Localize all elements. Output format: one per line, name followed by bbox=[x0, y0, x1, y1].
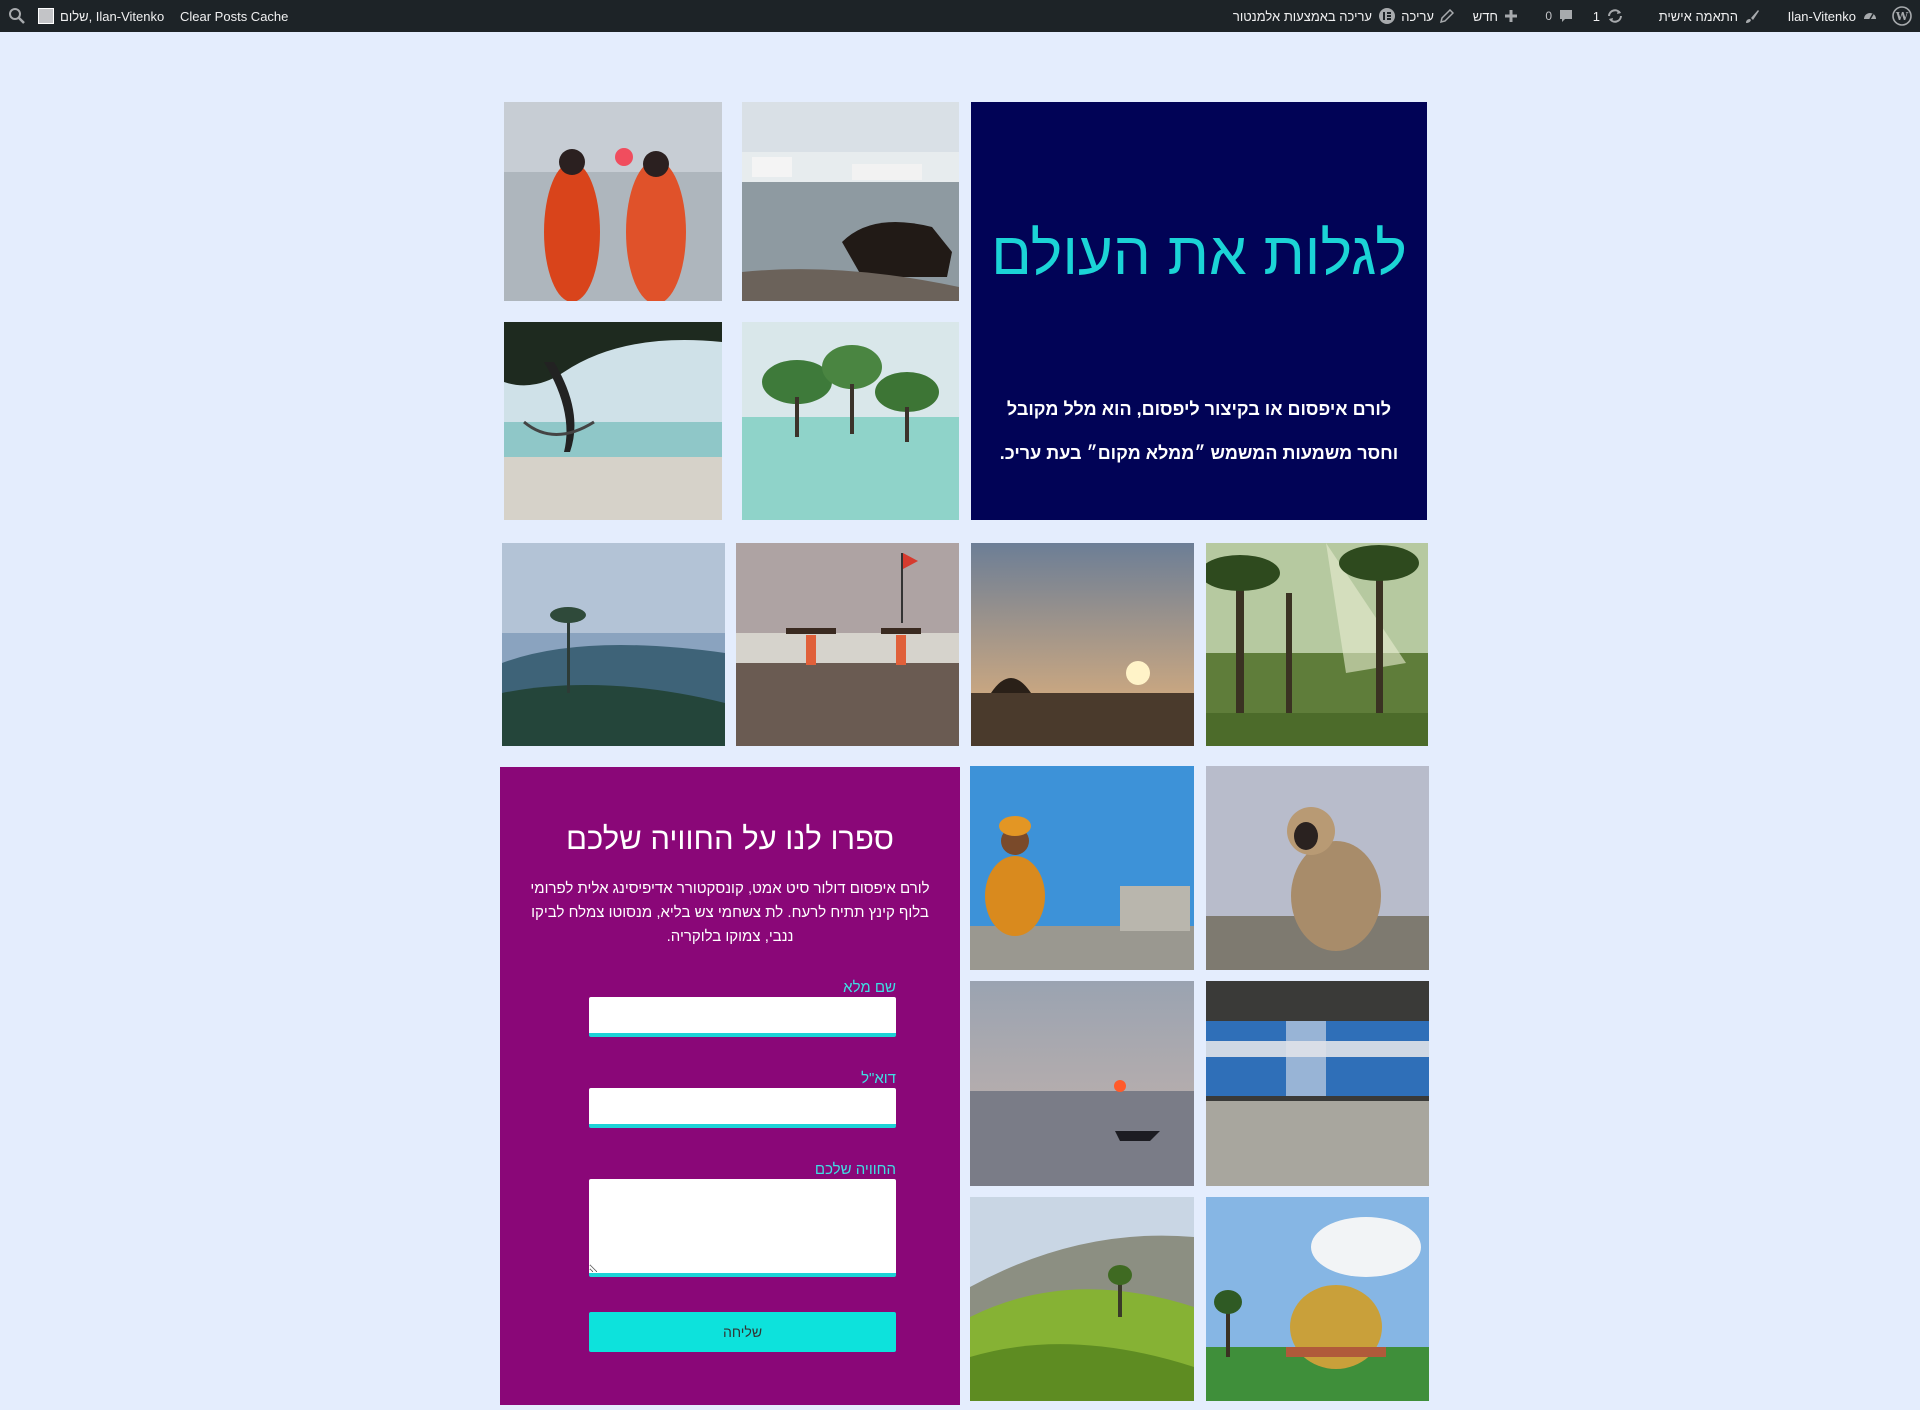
clear-posts-cache-link[interactable]: Clear Posts Cache bbox=[180, 0, 288, 32]
beach-wood-carriers-photo bbox=[736, 543, 959, 746]
paintbrush-icon bbox=[1744, 8, 1760, 24]
sunset-shore-photo bbox=[971, 543, 1194, 746]
new-content-menu[interactable]: חדש bbox=[1473, 0, 1518, 32]
edit-with-elementor-link[interactable]: עריכה באמצעות אלמנטור bbox=[1233, 0, 1396, 32]
updates-count: 1 bbox=[1592, 8, 1600, 24]
experience-field-label: החוויה שלכם bbox=[814, 1161, 896, 1178]
comment-bubble-icon bbox=[1558, 8, 1574, 24]
pencil-icon bbox=[1440, 9, 1454, 23]
golden-dome-photo bbox=[1206, 1197, 1429, 1401]
updates-icon bbox=[1606, 7, 1624, 25]
admin-bar: W Ilan-Vitenko התאמה אישית 1 0 חדש עריכה bbox=[0, 0, 1920, 32]
hero-text: לורם איפסום או בקיצור ליפסום, הוא מלל מק… bbox=[999, 399, 1399, 463]
email-field-label: דוא"ל bbox=[861, 1070, 896, 1087]
edit-page-link[interactable]: עריכה bbox=[1401, 0, 1454, 32]
customize-link[interactable]: התאמה אישית bbox=[1659, 0, 1760, 32]
new-label: חדש bbox=[1472, 8, 1498, 24]
edit-elementor-label: עריכה באמצעות אלמנטור bbox=[1232, 8, 1372, 24]
experience-form-card: ספרו לנו על החוויה שלכם לורם איפסום דולו… bbox=[500, 767, 960, 1405]
river-sunset-boat-photo bbox=[970, 981, 1194, 1186]
experience-textarea[interactable] bbox=[589, 1179, 896, 1277]
form-intro: לורם איפסום דולור סיט אמט, קונסקטורר אדי… bbox=[530, 880, 930, 945]
submit-button[interactable]: שליחה bbox=[589, 1312, 896, 1352]
clear-cache-label: Clear Posts Cache bbox=[180, 8, 289, 24]
email-field[interactable] bbox=[589, 1088, 896, 1128]
beach-hammock-photo bbox=[504, 322, 722, 520]
greeting-label: שלום, Ilan-Vitenko bbox=[60, 8, 165, 24]
edit-label: עריכה bbox=[1401, 8, 1434, 24]
admin-search[interactable] bbox=[8, 0, 26, 32]
customize-label: התאמה אישית bbox=[1658, 8, 1738, 24]
hero-section: לגלות את העולם לורם איפסום או בקיצור ליפ… bbox=[971, 102, 1427, 520]
name-field[interactable] bbox=[589, 997, 896, 1037]
plus-icon bbox=[1504, 9, 1518, 23]
cow-by-lake-photo bbox=[742, 102, 959, 301]
comments-link[interactable]: 0 bbox=[1545, 0, 1574, 32]
svg-text:W: W bbox=[1895, 10, 1909, 23]
blue-train-photo bbox=[1206, 981, 1429, 1186]
palm-forest-photo bbox=[1206, 543, 1428, 746]
my-account-menu[interactable]: שלום, Ilan-Vitenko bbox=[38, 0, 164, 32]
updates-link[interactable]: 1 bbox=[1593, 0, 1624, 32]
dashboard-icon bbox=[1862, 8, 1878, 24]
mangrove-trees-photo bbox=[742, 322, 959, 520]
avatar bbox=[38, 8, 54, 24]
langur-monkey-photo bbox=[1206, 766, 1429, 970]
site-name-menu[interactable]: Ilan-Vitenko bbox=[1788, 0, 1878, 32]
tea-plantation-photo bbox=[970, 1197, 1194, 1401]
form-title: ספרו לנו על החוויה שלכם bbox=[566, 821, 894, 856]
misty-hills-photo bbox=[502, 543, 725, 746]
name-field-label: שם מלא bbox=[843, 979, 896, 996]
comments-count: 0 bbox=[1545, 9, 1552, 23]
wordpress-icon: W bbox=[1892, 6, 1912, 26]
search-icon bbox=[8, 7, 26, 25]
sadhu-blue-wall-photo bbox=[970, 766, 1194, 970]
women-at-sunrise-photo bbox=[504, 102, 722, 301]
wordpress-logo[interactable]: W bbox=[1892, 0, 1912, 32]
elementor-icon bbox=[1378, 7, 1396, 25]
site-name-label: Ilan-Vitenko bbox=[1787, 8, 1856, 24]
hero-title: לגלות את העולם bbox=[991, 220, 1407, 287]
